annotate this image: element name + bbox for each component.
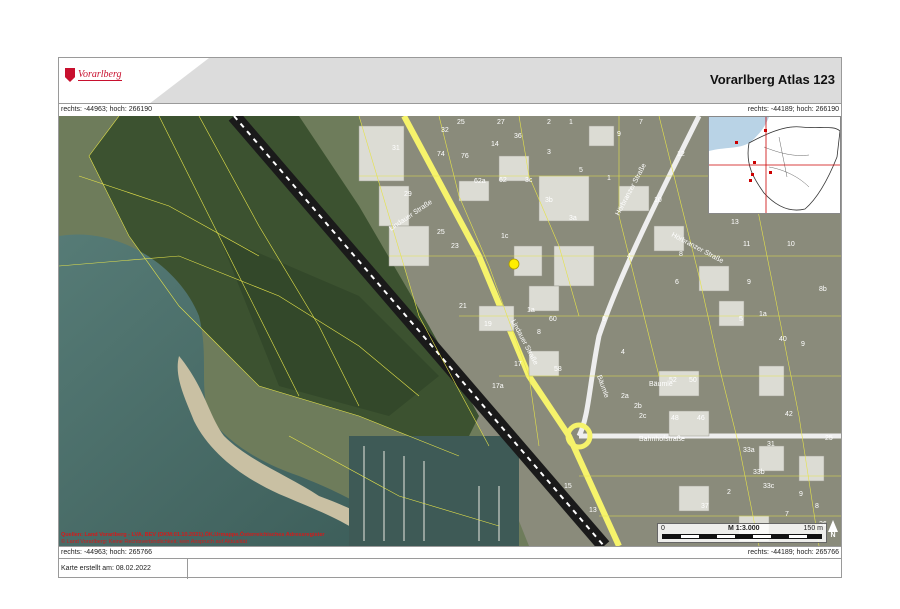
parcel-label: 52: [669, 377, 677, 384]
parcel-label: 7: [785, 511, 789, 518]
street-label: Bahnhofstraße: [639, 436, 685, 443]
parcel-label: 50: [689, 377, 697, 384]
parcel-label: 9: [799, 491, 803, 498]
overview-state-outline: [747, 126, 841, 211]
parcel-label: 1: [569, 119, 573, 126]
parcel-label: 3: [547, 149, 551, 156]
parcel-label: 8: [679, 251, 683, 258]
parcel-label: 2c: [639, 413, 647, 420]
coord-top-right: rechts: -44189; hoch: 266190: [747, 106, 839, 113]
parcel-label: 33b: [753, 469, 765, 476]
parcel-label: 10: [787, 241, 795, 248]
parcel-label: 23: [451, 243, 459, 250]
parcel-label: 13: [589, 507, 597, 514]
footer-divider: [187, 559, 188, 579]
parcel-label: 46: [697, 415, 705, 422]
parcel-label: 6: [675, 279, 679, 286]
parcel-label: 1a: [527, 307, 535, 314]
parcel-label: 7: [639, 119, 643, 126]
parcel-label: 25: [437, 229, 445, 236]
parcel-label: 9: [617, 131, 621, 138]
parcel-label: 25: [825, 435, 833, 442]
map-disclaimer: © Land Vorarlberg: Keine Rechtsverbindli…: [61, 539, 247, 545]
parcel-label: 1: [607, 175, 611, 182]
scale-label: M 1:3.000: [728, 525, 760, 532]
parcel-label: 10: [654, 197, 662, 204]
parcel-label: 60: [549, 316, 557, 323]
parcel-label: 62: [499, 177, 507, 184]
overview-canvas: [709, 117, 841, 213]
parcel-label: 11: [743, 241, 750, 248]
parcel-label: 5: [579, 167, 583, 174]
footer: Karte erstellt am: 08.02.2022: [59, 558, 841, 579]
scale-bar-graphic: [662, 534, 822, 539]
parcel-label: 8: [815, 503, 819, 510]
coord-top-left: rechts: -44963; hoch: 266190: [61, 106, 153, 113]
parcel-label: 17a: [492, 383, 504, 390]
created-date: Karte erstellt am: 08.02.2022: [61, 565, 151, 572]
scale-start: 0: [661, 525, 665, 532]
parcel-label: 4: [627, 253, 631, 260]
parcel-label: 13: [731, 219, 739, 226]
parcel-label: 31: [392, 145, 400, 152]
parcel-label: 4: [621, 349, 625, 356]
parcel-label: 21: [459, 303, 467, 310]
parcel-label: 29: [404, 191, 412, 198]
parcel-label: 8: [537, 329, 541, 336]
parcel-label: 14: [491, 141, 499, 148]
parcel-label: 36: [514, 133, 522, 140]
parcel-label: 2: [727, 489, 731, 496]
parcel-label: 12: [677, 151, 685, 158]
parcel-label: 8b: [819, 286, 827, 293]
parcel-label: 6: [602, 316, 606, 323]
vorarlberg-logo: Vorarlberg: [65, 68, 122, 82]
parcel-label: 5: [739, 316, 743, 323]
parcel-label: 9: [747, 279, 751, 286]
parcel-label: 42: [785, 411, 793, 418]
parcel-label: 33c: [763, 483, 775, 490]
address-point-marker[interactable]: [508, 258, 520, 270]
parcel-label: 37: [701, 503, 709, 510]
parcel-label: 58: [554, 366, 562, 373]
page-title: Vorarlberg Atlas 123: [710, 72, 835, 87]
header: Vorarlberg Vorarlberg Atlas 123: [59, 58, 841, 104]
parcel-label: 27: [497, 119, 505, 126]
scale-end: 150 m: [803, 525, 823, 532]
north-arrow-icon: N: [827, 520, 839, 542]
parcel-label: 1a: [759, 311, 767, 318]
parcel-label: 3a: [569, 215, 577, 222]
parcel-label: 74: [437, 151, 445, 158]
parcel-label: 62a: [474, 178, 486, 185]
north-label: N: [830, 532, 836, 539]
parcel-label: 2b: [634, 403, 642, 410]
overview-map[interactable]: [708, 116, 841, 214]
parcel-label: 25: [457, 119, 465, 126]
parcel-label: 33a: [743, 447, 755, 454]
logo-text: Vorarlberg: [78, 69, 122, 81]
parcel-label: 32: [441, 127, 449, 134]
parcel-label: 1c: [501, 233, 509, 240]
parcel-label: 9: [801, 341, 805, 348]
parcel-label: 48: [671, 415, 679, 422]
parcel-label: 40: [779, 336, 787, 343]
map-sources: Quellen: Land Vorarlberg - LVA, BEV (DKM…: [61, 532, 325, 538]
parcel-label: 3c: [525, 177, 533, 184]
parcel-label: 2a: [621, 393, 629, 400]
scale-bar: 0 M 1:3.000 150 m: [657, 523, 827, 543]
parcel-label: 15: [564, 483, 572, 490]
parcel-label: 76: [461, 153, 469, 160]
map-sheet: Vorarlberg Vorarlberg Atlas 123 rechts: …: [58, 57, 842, 579]
aerial-map[interactable]: Lindauer Straße Lindauer Straße Hörbranz…: [59, 116, 841, 546]
harbor: [349, 436, 519, 546]
parcel-label: 2: [547, 119, 551, 126]
parcel-label: 19: [484, 321, 492, 328]
coat-of-arms-icon: [65, 68, 75, 82]
coords-top: rechts: -44963; hoch: 266190 rechts: -44…: [59, 104, 841, 116]
parcel-label: 17: [514, 361, 522, 368]
parcel-label: 31: [767, 441, 775, 448]
parcel-label: 3b: [545, 197, 553, 204]
